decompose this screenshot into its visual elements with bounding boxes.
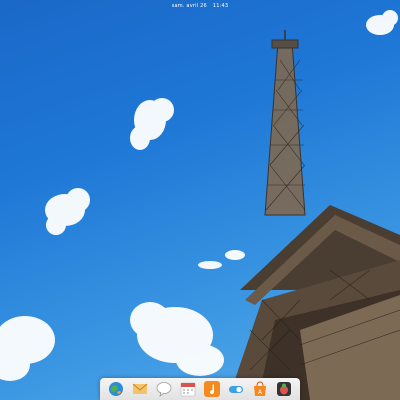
music-note-icon[interactable] <box>204 381 220 397</box>
panel-date[interactable]: sam. avril 26 <box>172 3 207 9</box>
browser-globe-icon[interactable] <box>108 381 124 397</box>
chat-bubble-icon[interactable] <box>156 381 172 397</box>
app-center-bag-icon[interactable]: A <box>252 381 268 397</box>
mail-envelope-icon[interactable] <box>132 381 148 397</box>
calendar-icon[interactable] <box>180 381 196 397</box>
bug-report-icon[interactable] <box>276 381 292 397</box>
panel-clock[interactable]: 11:43 <box>213 3 228 9</box>
dock: A <box>100 378 300 400</box>
eiffel-tower-wallpaper-image <box>0 10 400 400</box>
settings-toggle-icon[interactable] <box>228 381 244 397</box>
top-panel: sam. avril 26 11:43 <box>0 0 400 11</box>
desktop-wallpaper <box>0 0 400 400</box>
